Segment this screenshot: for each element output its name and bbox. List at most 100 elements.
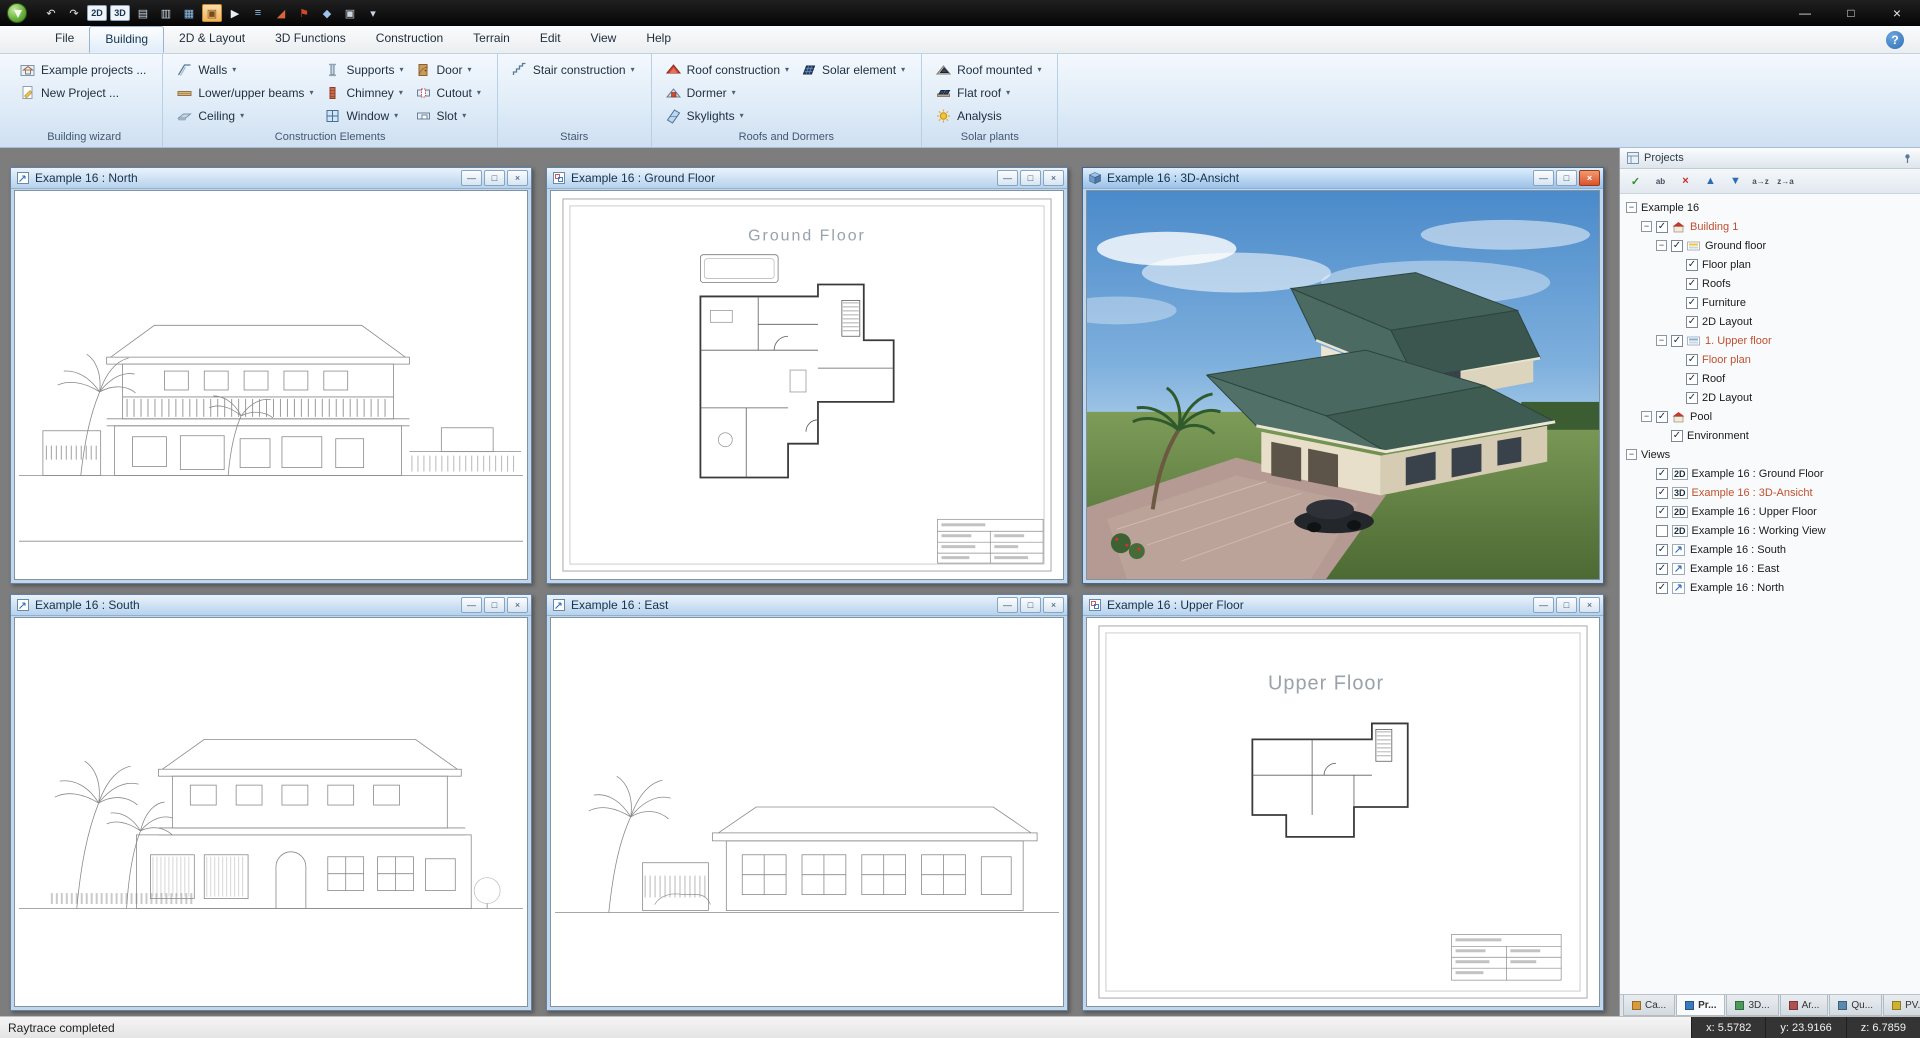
ribbon-item-roof-mounted[interactable]: Roof mounted▾ (931, 58, 1048, 81)
collapse-icon[interactable]: − (1641, 221, 1652, 232)
tree-checkbox[interactable]: ✓ (1656, 221, 1668, 233)
dropdown-arrow-icon[interactable]: ▾ (1037, 65, 1041, 74)
dropdown-arrow-icon[interactable]: ▾ (309, 88, 313, 97)
render-canvas-3d[interactable] (1086, 190, 1600, 580)
window-example16-north[interactable]: Example 16 : North — □ × (10, 167, 532, 584)
window-close-button[interactable]: × (1579, 170, 1600, 186)
grid-icon[interactable]: ▦ (179, 4, 199, 22)
tab-file[interactable]: File (40, 26, 89, 53)
panel-tab-qu[interactable]: Qu... (1829, 995, 1882, 1016)
dropdown-arrow-icon[interactable]: ▾ (901, 65, 905, 74)
collapse-icon[interactable]: − (1656, 335, 1667, 346)
ribbon-item-new-project[interactable]: New Project ... (15, 81, 153, 104)
tab-building[interactable]: Building (89, 26, 164, 53)
tree-item-example-16-east[interactable]: ✓Example 16 : East (1622, 559, 1918, 578)
collapse-icon[interactable]: − (1656, 240, 1667, 251)
ribbon-item-stair-construction[interactable]: Stair construction▾ (507, 58, 642, 81)
pin-icon[interactable] (1902, 153, 1913, 164)
dropdown-arrow-icon[interactable]: ▾ (785, 65, 789, 74)
drawing-canvas-upper-floor[interactable]: Upper Floor (1086, 617, 1600, 1007)
app-maximize-button[interactable]: □ (1828, 0, 1874, 26)
window-restore-button[interactable]: □ (484, 170, 505, 186)
dropdown-arrow-icon[interactable]: ▾ (394, 111, 398, 120)
tree-item-pool[interactable]: −✓Pool (1622, 407, 1918, 426)
ribbon-item-cutout[interactable]: Cutout▾ (411, 81, 488, 104)
help-icon[interactable]: ? (1886, 31, 1904, 49)
dropdown-arrow-icon[interactable]: ▾ (240, 111, 244, 120)
tree-checkbox[interactable]: ✓ (1686, 392, 1698, 404)
app-logo-icon[interactable] (7, 3, 27, 23)
tree-item-example-16-upper-floor[interactable]: ✓2DExample 16 : Upper Floor (1622, 502, 1918, 521)
tree-checkbox[interactable]: ✓ (1656, 582, 1668, 594)
window-minimize-button[interactable]: — (1533, 170, 1554, 186)
panel-tab-ar[interactable]: Ar... (1780, 995, 1829, 1016)
window-minimize-button[interactable]: — (997, 597, 1018, 613)
tree-item-1-upper-floor[interactable]: −✓1. Upper floor (1622, 331, 1918, 350)
dropdown-arrow-icon[interactable]: ▾ (1006, 88, 1010, 97)
tree-checkbox[interactable]: ✓ (1686, 278, 1698, 290)
window-titlebar[interactable]: Example 16 : East — □ × (547, 595, 1067, 616)
drawing-canvas-north[interactable] (14, 190, 528, 580)
window-restore-button[interactable]: □ (1556, 170, 1577, 186)
window-restore-button[interactable]: □ (484, 597, 505, 613)
undo-icon[interactable]: ↶ (41, 4, 61, 22)
measure-icon[interactable]: ◆ (317, 4, 337, 22)
tree-checkbox[interactable]: ✓ (1686, 259, 1698, 271)
tree-checkbox[interactable]: ✓ (1656, 487, 1668, 499)
ribbon-item-flat-roof[interactable]: Flat roof▾ (931, 81, 1048, 104)
window-restore-button[interactable]: □ (1556, 597, 1577, 613)
dropdown-arrow-icon[interactable]: ▾ (732, 88, 736, 97)
dropdown-arrow-icon[interactable]: ▾ (468, 65, 472, 74)
tree-item-example-16-working-view[interactable]: 2DExample 16 : Working View (1622, 521, 1918, 540)
tab-view[interactable]: View (576, 26, 632, 53)
dropdown-arrow-icon[interactable]: ▾ (631, 65, 635, 74)
app-close-button[interactable]: × (1874, 0, 1920, 26)
dropdown-arrow-icon[interactable]: ▾ (399, 65, 403, 74)
tree-checkbox[interactable]: ✓ (1671, 430, 1683, 442)
window-minimize-button[interactable]: — (461, 170, 482, 186)
render-icon[interactable]: ▣ (202, 4, 222, 22)
window-titlebar[interactable]: Example 16 : Upper Floor — □ × (1083, 595, 1603, 616)
tree-checkbox[interactable]: ✓ (1671, 335, 1683, 347)
tree-item-floor-plan[interactable]: ✓Floor plan (1622, 255, 1918, 274)
ribbon-item-ceiling[interactable]: Ceiling▾ (172, 104, 320, 127)
window-titlebar[interactable]: Example 16 : Ground Floor — □ × (547, 168, 1067, 189)
tree-checkbox[interactable]: ✓ (1686, 297, 1698, 309)
tree-item-environment[interactable]: ✓Environment (1622, 426, 1918, 445)
move-up-icon[interactable]: ▲ (1700, 172, 1721, 191)
tree-item-2d-layout[interactable]: ✓2D Layout (1622, 388, 1918, 407)
tree-checkbox[interactable]: ✓ (1656, 468, 1668, 480)
move-down-icon[interactable]: ▼ (1725, 172, 1746, 191)
ribbon-item-solar-element[interactable]: Solar element▾ (796, 58, 912, 81)
window-minimize-button[interactable]: — (1533, 597, 1554, 613)
tree-item-example-16-north[interactable]: ✓Example 16 : North (1622, 578, 1918, 597)
tree-item-roof[interactable]: ✓Roof (1622, 369, 1918, 388)
tree-item-furniture[interactable]: ✓Furniture (1622, 293, 1918, 312)
rename-icon[interactable]: ab (1650, 172, 1671, 191)
tree-item-example-16[interactable]: −Example 16 (1622, 198, 1918, 217)
ribbon-item-window[interactable]: Window▾ (320, 104, 410, 127)
collapse-icon[interactable]: − (1641, 411, 1652, 422)
tree-item-building-1[interactable]: −✓Building 1 (1622, 217, 1918, 236)
ribbon-item-dormer[interactable]: Dormer▾ (661, 81, 796, 104)
dropdown-arrow-icon[interactable]: ▾ (399, 88, 403, 97)
dropdown-arrow-icon[interactable]: ▾ (740, 111, 744, 120)
sort-desc-icon[interactable]: z→a (1775, 172, 1796, 191)
ribbon-item-slot[interactable]: Slot▾ (411, 104, 488, 127)
drawing-canvas-ground-floor[interactable]: Ground Floor (550, 190, 1064, 580)
collapse-icon[interactable]: − (1626, 202, 1637, 213)
tree-checkbox[interactable]: ✓ (1656, 506, 1668, 518)
tree-checkbox[interactable]: ✓ (1656, 411, 1668, 423)
delete-icon[interactable]: × (1675, 172, 1696, 191)
sort-asc-icon[interactable]: a→z (1750, 172, 1771, 191)
ribbon-item-chimney[interactable]: Chimney▾ (320, 81, 410, 104)
tree-item-example-16-3d-ansicht[interactable]: ✓3DExample 16 : 3D-Ansicht (1622, 483, 1918, 502)
tab-3d-functions[interactable]: 3D Functions (260, 26, 361, 53)
ribbon-item-door[interactable]: Door▾ (411, 58, 488, 81)
tree-item-floor-plan[interactable]: ✓Floor plan (1622, 350, 1918, 369)
tree-checkbox[interactable] (1656, 525, 1668, 537)
window-example16-3d-ansicht[interactable]: Example 16 : 3D-Ansicht — □ × (1082, 167, 1604, 584)
flag-icon[interactable]: ⚑ (294, 4, 314, 22)
tree-checkbox[interactable]: ✓ (1671, 240, 1683, 252)
drawing-canvas-east[interactable] (550, 617, 1064, 1007)
